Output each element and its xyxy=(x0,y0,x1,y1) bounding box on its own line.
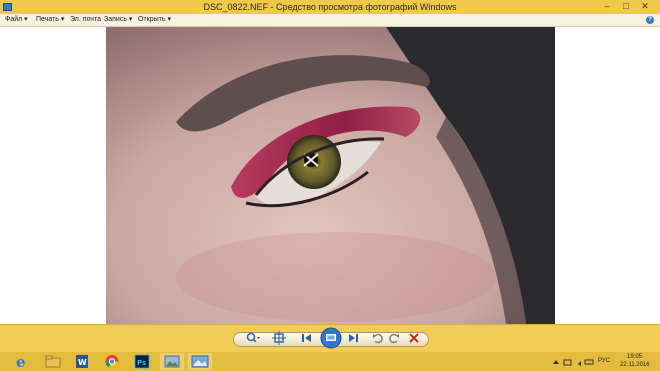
clock-time: 19:05 xyxy=(627,354,643,360)
fit-window-icon[interactable] xyxy=(271,330,287,346)
maximize-button[interactable]: □ xyxy=(617,1,635,12)
gallery-icon[interactable] xyxy=(188,353,212,370)
delete-icon[interactable] xyxy=(406,330,422,346)
rotate-right-icon[interactable] xyxy=(386,330,402,346)
eye-photo-graphic xyxy=(106,27,555,324)
title-bar: DSC_0822.NEF - Средство просмотра фотогр… xyxy=(0,0,660,14)
photo-viewer-icon[interactable] xyxy=(160,353,184,370)
menu-bar: Файл ▾ Печать ▾ Эл. почта Запись ▾ Откры… xyxy=(0,14,660,27)
menu-print[interactable]: Печать ▾ xyxy=(36,14,64,26)
menu-open-label: Открыть xyxy=(138,16,166,23)
previous-icon[interactable] xyxy=(298,330,314,346)
control-bar xyxy=(0,324,660,352)
menu-print-label: Печать xyxy=(36,16,59,23)
rotate-left-icon[interactable] xyxy=(370,330,386,346)
photoshop-icon[interactable]: Ps xyxy=(130,353,154,370)
menu-file[interactable]: Файл ▾ xyxy=(5,14,28,26)
zoom-icon[interactable] xyxy=(245,330,261,346)
next-icon[interactable] xyxy=(346,330,362,346)
menu-burn[interactable]: Запись ▾ xyxy=(104,14,132,26)
menu-file-label: Файл xyxy=(5,16,23,23)
ie-icon[interactable]: e xyxy=(10,353,34,370)
slideshow-icon[interactable] xyxy=(320,327,342,349)
svg-text:W: W xyxy=(78,358,87,367)
photo xyxy=(106,27,555,324)
tray-icons[interactable] xyxy=(552,358,596,366)
clock-date: 22.11.2016 xyxy=(620,362,650,368)
word-icon[interactable]: W xyxy=(70,353,94,370)
menu-email[interactable]: Эл. почта xyxy=(70,14,101,26)
window-title: DSC_0822.NEF - Средство просмотра фотогр… xyxy=(203,2,457,12)
explorer-icon[interactable] xyxy=(41,353,65,370)
svg-text:Ps: Ps xyxy=(137,359,146,367)
help-icon[interactable]: ? xyxy=(646,16,654,24)
taskbar: e W Ps РУС 19:05 22.11.2016 xyxy=(0,352,660,371)
language-indicator[interactable]: РУС xyxy=(598,358,610,365)
close-button[interactable]: ✕ xyxy=(636,1,654,12)
chrome-icon[interactable] xyxy=(100,353,124,370)
svg-text:e: e xyxy=(16,353,26,370)
menu-open[interactable]: Открыть ▾ xyxy=(138,14,171,26)
menu-burn-label: Запись xyxy=(104,16,127,23)
minimize-button[interactable]: – xyxy=(598,1,616,12)
